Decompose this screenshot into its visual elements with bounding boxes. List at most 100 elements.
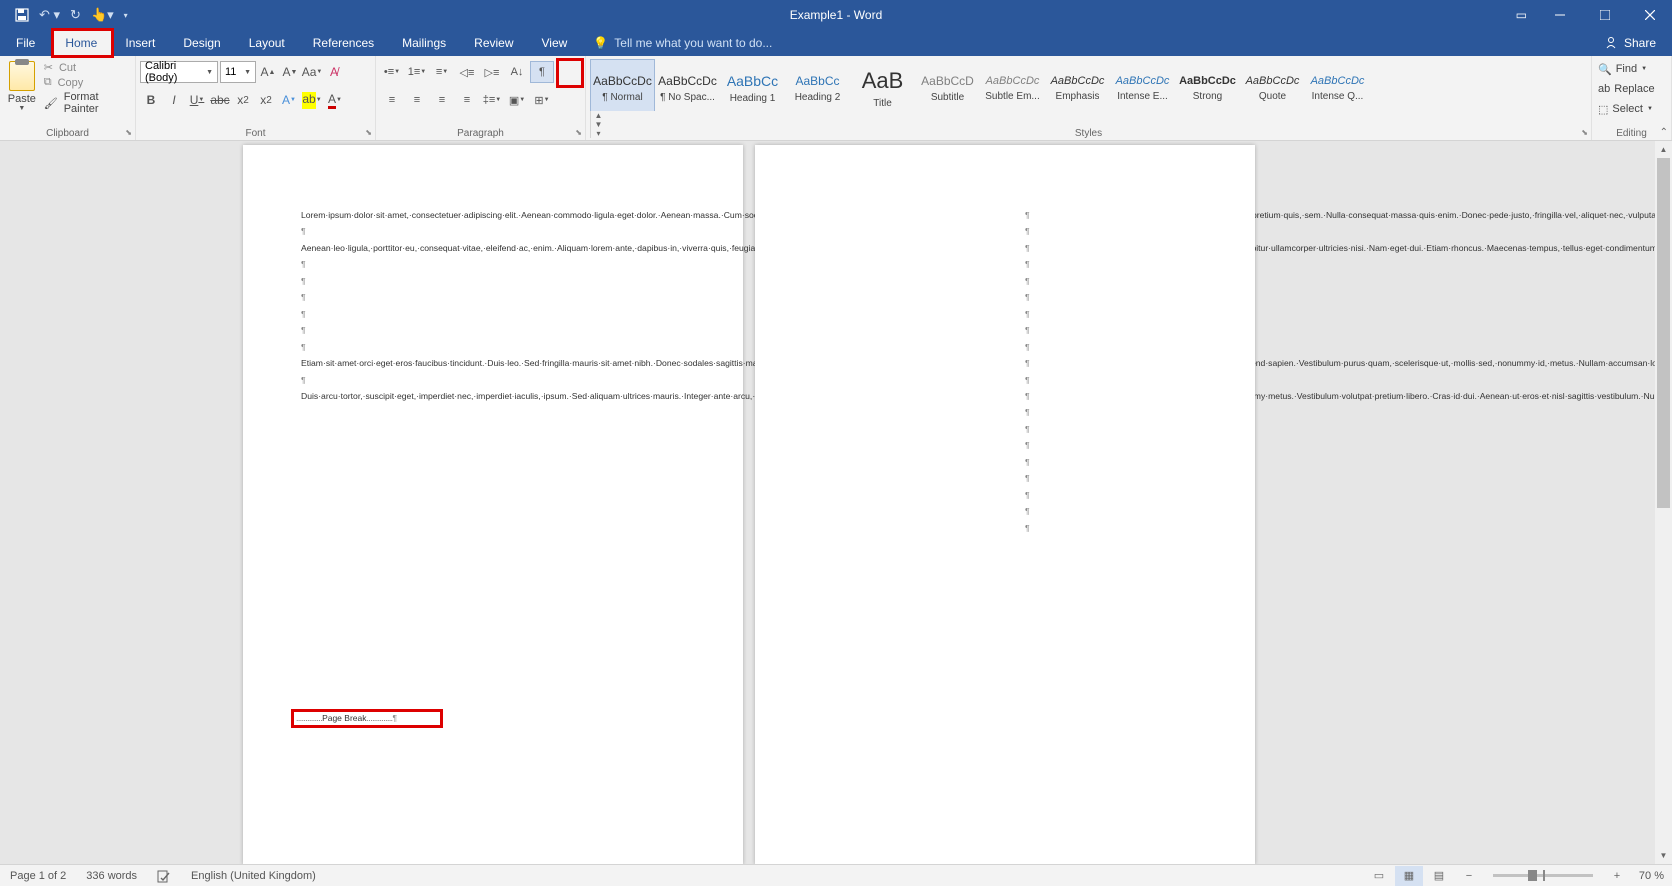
- style-card---normal[interactable]: AaBbCcDc¶ Normal: [590, 59, 655, 111]
- empty-paragraph[interactable]: ¶: [301, 341, 685, 353]
- status-proofing-icon[interactable]: [147, 869, 181, 883]
- qat-customize-icon[interactable]: ▾: [124, 11, 128, 20]
- style-card-quote[interactable]: AaBbCcDcQuote: [1240, 59, 1305, 111]
- read-mode-button[interactable]: ▭: [1365, 866, 1393, 886]
- superscript-button[interactable]: x2: [255, 89, 277, 111]
- empty-paragraph[interactable]: ¶: [301, 308, 685, 320]
- share-button[interactable]: Share: [1588, 30, 1672, 56]
- scroll-down-button[interactable]: ▼: [1655, 847, 1672, 864]
- highlight-button[interactable]: ab▼: [301, 89, 323, 111]
- align-center-button[interactable]: ≡: [405, 89, 429, 111]
- tab-file[interactable]: File: [0, 30, 51, 56]
- empty-paragraph[interactable]: ¶: [1025, 357, 1197, 369]
- zoom-thumb[interactable]: [1528, 870, 1537, 881]
- font-size-combo[interactable]: 11▼: [220, 61, 256, 83]
- empty-paragraph[interactable]: ¶: [1025, 505, 1197, 517]
- empty-paragraph[interactable]: ¶: [301, 258, 685, 270]
- zoom-level[interactable]: 70 %: [1633, 870, 1664, 882]
- multilevel-list-button[interactable]: ≡▼: [430, 61, 454, 83]
- style-card-heading-1[interactable]: AaBbCcHeading 1: [720, 59, 785, 111]
- tab-design[interactable]: Design: [169, 30, 234, 56]
- decrease-indent-button[interactable]: ◁≡: [455, 61, 479, 83]
- numbering-button[interactable]: 1≡▼: [405, 61, 429, 83]
- show-hide-button[interactable]: ¶: [530, 61, 554, 83]
- find-button[interactable]: 🔍Find▼: [1596, 59, 1667, 79]
- document-canvas[interactable]: Lorem·ipsum·dolor·sit·amet,·consectetuer…: [0, 141, 1655, 864]
- maximize-button[interactable]: [1582, 0, 1627, 30]
- cut-button[interactable]: ✂Cut: [44, 61, 131, 74]
- replace-button[interactable]: abReplace: [1596, 79, 1667, 99]
- page-2[interactable]: ¶¶¶¶¶¶¶¶¶¶¶¶¶¶¶¶¶¶¶¶: [755, 145, 1255, 864]
- justify-button[interactable]: ≡: [455, 89, 479, 111]
- zoom-slider[interactable]: [1493, 874, 1593, 877]
- paste-button[interactable]: Paste ▼: [4, 59, 40, 138]
- web-layout-button[interactable]: ▤: [1425, 866, 1453, 886]
- italic-button[interactable]: I: [163, 89, 185, 111]
- change-case-button[interactable]: Aa▼: [302, 61, 322, 83]
- styles-dialog-icon[interactable]: ⬊: [1581, 128, 1588, 137]
- tab-review[interactable]: Review: [460, 30, 527, 56]
- style-card-intense-q---[interactable]: AaBbCcDcIntense Q...: [1305, 59, 1370, 111]
- style-card-title[interactable]: AaBTitle: [850, 59, 915, 111]
- align-left-button[interactable]: ≡: [380, 89, 404, 111]
- empty-paragraph[interactable]: ¶: [1025, 209, 1197, 221]
- subscript-button[interactable]: x2: [232, 89, 254, 111]
- body-text[interactable]: Duis·arcu·tortor,·suscipit·eget,·imperdi…: [301, 390, 685, 402]
- paste-dropdown-icon[interactable]: ▼: [18, 105, 25, 112]
- style-card-heading-2[interactable]: AaBbCcHeading 2: [785, 59, 850, 111]
- grow-font-button[interactable]: A▲: [258, 61, 278, 83]
- shading-button[interactable]: ▣▼: [505, 89, 529, 111]
- vertical-scrollbar[interactable]: ▲ ▼: [1655, 141, 1672, 864]
- empty-paragraph[interactable]: ¶: [1025, 406, 1197, 418]
- clipboard-dialog-icon[interactable]: ⬊: [125, 128, 132, 137]
- sort-button[interactable]: A↓: [505, 61, 529, 83]
- status-language[interactable]: English (United Kingdom): [181, 870, 326, 882]
- style-card-strong[interactable]: AaBbCcDcStrong: [1175, 59, 1240, 111]
- shrink-font-button[interactable]: A▼: [280, 61, 300, 83]
- copy-button[interactable]: ⧉Copy: [44, 76, 131, 89]
- empty-paragraph[interactable]: ¶: [1025, 308, 1197, 320]
- bullets-button[interactable]: •≡▼: [380, 61, 404, 83]
- tab-home[interactable]: Home: [51, 30, 111, 56]
- underline-button[interactable]: U▼: [186, 89, 208, 111]
- print-layout-button[interactable]: ▦: [1395, 866, 1423, 886]
- empty-paragraph[interactable]: ¶: [1025, 489, 1197, 501]
- scroll-up-button[interactable]: ▲: [1655, 141, 1672, 158]
- empty-paragraph[interactable]: ¶: [301, 291, 685, 303]
- page-1[interactable]: Lorem·ipsum·dolor·sit·amet,·consectetuer…: [243, 145, 743, 864]
- style-card-subtitle[interactable]: AaBbCcDSubtitle: [915, 59, 980, 111]
- body-text[interactable]: Lorem·ipsum·dolor·sit·amet,·consectetuer…: [301, 209, 685, 221]
- align-right-button[interactable]: ≡: [430, 89, 454, 111]
- select-button[interactable]: ⬚Select▼: [1596, 99, 1667, 119]
- line-spacing-button[interactable]: ‡≡▼: [480, 89, 504, 111]
- touch-mode-icon[interactable]: 👆▾: [91, 7, 114, 23]
- scroll-thumb[interactable]: [1657, 158, 1670, 508]
- strikethrough-button[interactable]: abc: [209, 89, 231, 111]
- empty-paragraph[interactable]: ¶: [1025, 439, 1197, 451]
- minimize-button[interactable]: [1537, 0, 1582, 30]
- status-word-count[interactable]: 336 words: [76, 870, 147, 882]
- zoom-in-button[interactable]: +: [1603, 866, 1631, 886]
- font-color-button[interactable]: A▼: [324, 89, 346, 111]
- page-break-marker[interactable]: .............. Page Break ..............…: [291, 709, 443, 728]
- redo-icon[interactable]: ↻: [70, 7, 81, 23]
- body-text[interactable]: Etiam·sit·amet·orci·eget·eros·faucibus·t…: [301, 357, 685, 369]
- style-card---no-spac---[interactable]: AaBbCcDc¶ No Spac...: [655, 59, 720, 111]
- tell-me-search[interactable]: 💡 Tell me what you want to do...: [593, 30, 772, 56]
- empty-paragraph[interactable]: ¶: [1025, 242, 1197, 254]
- empty-paragraph[interactable]: ¶: [301, 275, 685, 287]
- empty-paragraph[interactable]: ¶: [1025, 341, 1197, 353]
- empty-paragraph[interactable]: ¶: [1025, 374, 1197, 386]
- undo-icon[interactable]: ↶ ▾: [39, 7, 60, 23]
- tab-references[interactable]: References: [299, 30, 388, 56]
- empty-paragraph[interactable]: ¶: [1025, 291, 1197, 303]
- empty-paragraph[interactable]: ¶: [1025, 275, 1197, 287]
- empty-paragraph[interactable]: ¶: [1025, 472, 1197, 484]
- empty-paragraph[interactable]: ¶: [1025, 324, 1197, 336]
- empty-paragraph[interactable]: ¶: [1025, 390, 1197, 402]
- empty-paragraph[interactable]: ¶: [1025, 225, 1197, 237]
- style-card-subtle-em---[interactable]: AaBbCcDcSubtle Em...: [980, 59, 1045, 111]
- zoom-out-button[interactable]: −: [1455, 866, 1483, 886]
- tab-view[interactable]: View: [528, 30, 582, 56]
- increase-indent-button[interactable]: ▷≡: [480, 61, 504, 83]
